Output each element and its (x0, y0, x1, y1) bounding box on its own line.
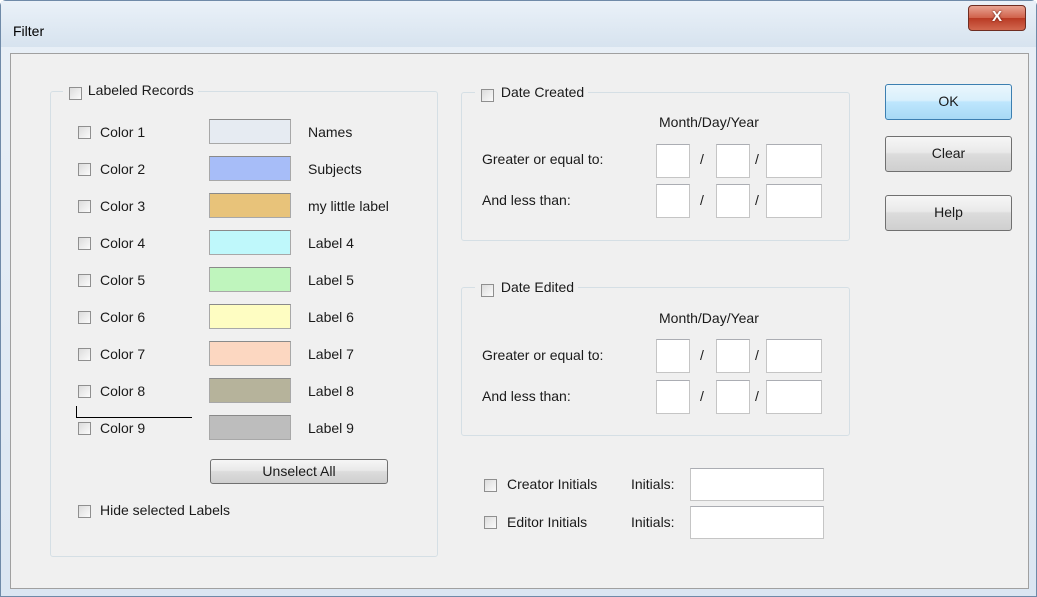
label-7-name: Label 7 (308, 346, 354, 362)
color-8-swatch[interactable] (209, 378, 291, 403)
labeled-records-header: Labeled Records (63, 81, 198, 101)
editor-initials-input[interactable] (690, 506, 824, 539)
color-5-checkbox[interactable] (78, 274, 91, 287)
edited-to-month-input[interactable] (656, 380, 690, 414)
ok-button[interactable]: OK (885, 84, 1012, 120)
clear-button-label: Clear (931, 145, 966, 161)
color-9-label: Color 9 (100, 420, 146, 436)
color-6-swatch[interactable] (209, 304, 291, 329)
unselect-all-label: Unselect All (262, 463, 336, 479)
date-separator: / (755, 151, 759, 167)
hide-selected-labels-checkbox[interactable] (78, 505, 91, 518)
hide-selected-labels-label: Hide selected Labels (100, 502, 230, 518)
date-separator: / (700, 388, 704, 404)
created-from-day-input[interactable] (716, 144, 750, 178)
date-separator: / (755, 192, 759, 208)
creator-initials-input[interactable] (690, 468, 824, 501)
creator-initials-field-label: Initials: (631, 476, 675, 492)
color-4-label: Color 4 (100, 235, 146, 251)
labeled-records-label: Labeled Records (87, 82, 194, 99)
color-6-checkbox[interactable] (78, 311, 91, 324)
date-created-greater-label: Greater or equal to: (482, 151, 604, 167)
edited-from-year-input[interactable] (766, 339, 822, 373)
color-7-checkbox[interactable] (78, 348, 91, 361)
date-created-checkbox[interactable] (481, 88, 494, 102)
color-9-swatch[interactable] (209, 415, 291, 440)
color-5-label: Color 5 (100, 272, 146, 288)
label-6-name: Label 6 (308, 309, 354, 325)
edited-from-day-input[interactable] (716, 339, 750, 373)
date-created-label: Date Created (500, 84, 585, 101)
label-1-name: Names (308, 124, 353, 140)
editor-initials-field-label: Initials: (631, 514, 675, 530)
color-3-swatch[interactable] (209, 193, 291, 218)
date-separator: / (700, 151, 704, 167)
editor-initials-checkbox[interactable] (484, 516, 497, 529)
created-to-day-input[interactable] (716, 184, 750, 218)
created-to-month-input[interactable] (656, 184, 690, 218)
color-2-checkbox[interactable] (78, 163, 91, 176)
color-3-checkbox[interactable] (78, 200, 91, 213)
label-5-name: Label 5 (308, 272, 354, 288)
help-button-label: Help (934, 204, 963, 220)
date-edited-format: Month/Day/Year (659, 310, 759, 326)
date-separator: / (755, 347, 759, 363)
creator-initials-label: Creator Initials (507, 476, 598, 492)
editor-initials-label: Editor Initials (507, 514, 588, 530)
color-1-label: Color 1 (100, 124, 146, 140)
color-6-label: Color 6 (100, 309, 146, 325)
date-separator: / (700, 347, 704, 363)
close-button[interactable]: X (968, 5, 1026, 31)
title-bar: Filter X (1, 1, 1036, 47)
created-to-year-input[interactable] (766, 184, 822, 218)
color-3-label: Color 3 (100, 198, 146, 214)
edited-from-month-input[interactable] (656, 339, 690, 373)
label-9-name: Label 9 (308, 420, 354, 436)
color-1-swatch[interactable] (209, 119, 291, 144)
color-7-swatch[interactable] (209, 341, 291, 366)
edited-to-day-input[interactable] (716, 380, 750, 414)
color-2-swatch[interactable] (209, 156, 291, 181)
color-8-label: Color 8 (100, 383, 146, 399)
date-edited-checkbox[interactable] (481, 283, 494, 297)
color-1-checkbox[interactable] (78, 126, 91, 139)
date-edited-header: Date Edited (475, 278, 579, 298)
created-from-month-input[interactable] (656, 144, 690, 178)
date-edited-greater-label: Greater or equal to: (482, 347, 604, 363)
date-separator: / (700, 192, 704, 208)
label-3-name: my little label (308, 198, 389, 214)
color-2-label: Color 2 (100, 161, 146, 177)
color-9-checkbox[interactable] (78, 422, 91, 435)
label-2-name: Subjects (308, 161, 362, 177)
clear-button[interactable]: Clear (885, 136, 1012, 172)
creator-initials-checkbox[interactable] (484, 479, 497, 492)
labeled-records-checkbox[interactable] (69, 86, 82, 100)
color-7-label: Color 7 (100, 346, 146, 362)
help-button[interactable]: Help (885, 195, 1012, 231)
date-separator: / (755, 388, 759, 404)
color-4-checkbox[interactable] (78, 237, 91, 250)
window-title: Filter (13, 23, 45, 39)
color-5-swatch[interactable] (209, 267, 291, 292)
date-created-less-label: And less than: (482, 192, 571, 208)
created-from-year-input[interactable] (766, 144, 822, 178)
date-created-format: Month/Day/Year (659, 114, 759, 130)
filter-dialog: Filter X Labeled Records Color 1 Names Col… (0, 0, 1037, 597)
ok-button-label: OK (938, 93, 959, 109)
unselect-bracket-line (76, 406, 192, 418)
date-edited-label: Date Edited (500, 279, 575, 296)
label-8-name: Label 8 (308, 383, 354, 399)
color-8-checkbox[interactable] (78, 385, 91, 398)
date-edited-less-label: And less than: (482, 388, 571, 404)
close-icon: X (991, 8, 1002, 25)
color-4-swatch[interactable] (209, 230, 291, 255)
edited-to-year-input[interactable] (766, 380, 822, 414)
date-created-header: Date Created (475, 83, 589, 103)
unselect-all-button[interactable]: Unselect All (210, 459, 388, 484)
label-4-name: Label 4 (308, 235, 354, 251)
